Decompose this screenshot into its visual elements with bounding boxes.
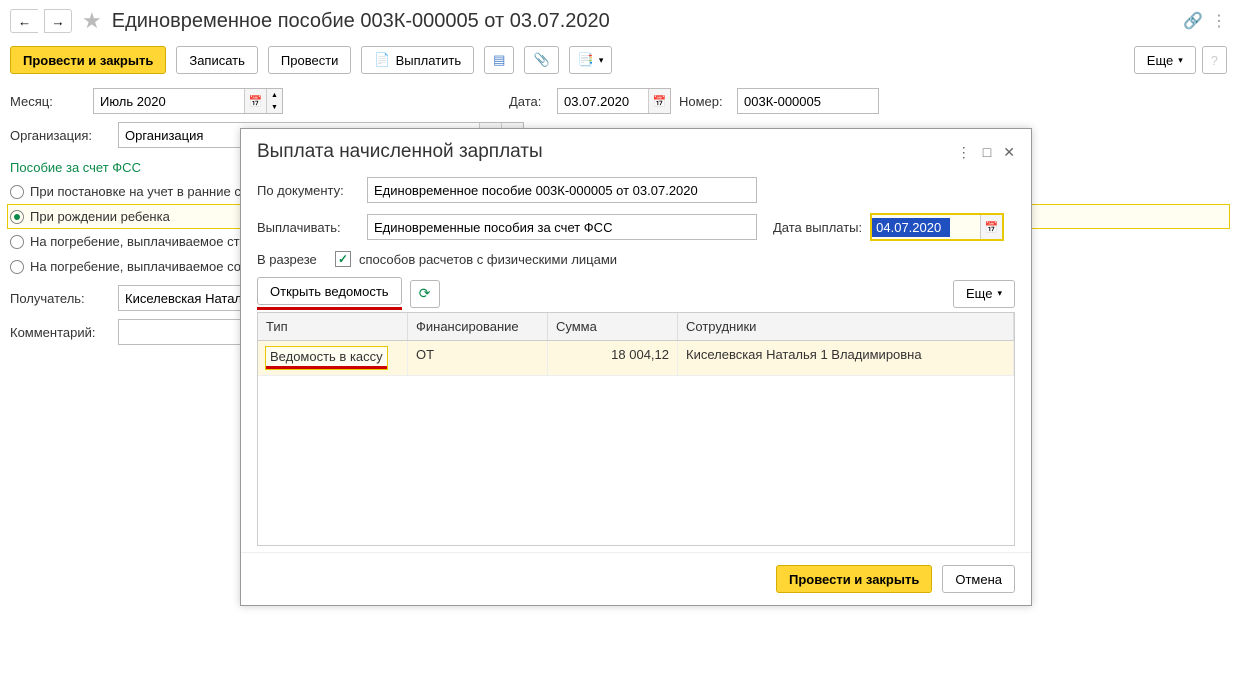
dlg-section-label: В разрезе [257, 252, 327, 267]
calendar-icon: 📅 [249, 95, 263, 108]
nav-back-button[interactable]: ← [10, 9, 38, 33]
refresh-icon: ⟳ [419, 285, 431, 302]
th-fin[interactable]: Финансирование [408, 313, 548, 340]
document-color-icon: 📑 [578, 52, 594, 68]
org-label: Организация: [10, 128, 110, 143]
dlg-table: Тип Финансирование Сумма Сотрудники Ведо… [257, 312, 1015, 546]
td-sum: 18 004,12 [548, 341, 678, 375]
td-emp: Киселевская Наталья 1 Владимировна [678, 341, 1014, 375]
page-title: Единовременное пособие 003К-000005 от 03… [112, 10, 610, 33]
radio-checked-icon [10, 210, 24, 224]
month-label: Месяц: [10, 94, 85, 109]
more-button[interactable]: Еще ▾ [1134, 46, 1196, 74]
write-button[interactable]: Записать [176, 46, 258, 74]
table-head: Тип Финансирование Сумма Сотрудники [258, 313, 1014, 341]
th-type[interactable]: Тип [258, 313, 408, 340]
dlg-cancel-button[interactable]: Отмена [942, 565, 1015, 593]
dlg-doc-input[interactable] [367, 177, 757, 203]
report-button[interactable]: 📑▾ [569, 46, 613, 74]
list-icon: ▤ [493, 52, 505, 68]
dlg-paydate-input[interactable] [872, 218, 950, 237]
dlg-pay-label: Выплачивать: [257, 220, 359, 235]
menu-dots-icon[interactable]: ⋮ [1211, 11, 1227, 31]
recipient-input[interactable] [119, 288, 259, 309]
menu-dots-icon[interactable]: ⋮ [957, 144, 971, 161]
list-icon-button[interactable]: ▤ [484, 46, 514, 74]
nav-forward-button[interactable]: → [44, 9, 72, 33]
calendar-icon: 📅 [985, 221, 999, 234]
radio-icon [10, 260, 24, 274]
star-icon[interactable]: ★ [82, 8, 102, 34]
payment-dialog: Выплата начисленной зарплаты ⋮ □ ✕ По до… [240, 128, 1032, 606]
checkbox-checked-icon[interactable]: ✓ [335, 251, 351, 267]
radio-icon [10, 235, 24, 249]
recipient-input-wrap [118, 285, 260, 311]
recipient-label: Получатель: [10, 291, 110, 306]
attachment-button[interactable]: 📎 [524, 46, 558, 74]
calendar-icon: 📅 [653, 95, 667, 108]
open-list-wrap: Открыть ведомость [257, 277, 402, 310]
dialog-header: Выплата начисленной зарплаты ⋮ □ ✕ [241, 129, 1031, 171]
dlg-post-close-button[interactable]: Провести и закрыть [776, 565, 932, 593]
main-toolbar: Провести и закрыть Записать Провести 📄Вы… [0, 42, 1237, 84]
calendar-button[interactable]: 📅 [980, 215, 1002, 239]
month-input[interactable] [94, 91, 244, 112]
pay-button[interactable]: 📄Выплатить [361, 46, 474, 74]
date-input[interactable] [558, 91, 648, 112]
spinner-down[interactable]: ▼ [266, 101, 282, 113]
calendar-button[interactable]: 📅 [648, 89, 670, 113]
td-fin: ОТ [408, 341, 548, 375]
radio-icon [10, 185, 24, 199]
spinner-up[interactable]: ▲ [266, 89, 282, 101]
window-header: ← → ★ Единовременное пособие 003К-000005… [0, 0, 1237, 42]
help-button[interactable]: ? [1202, 46, 1227, 74]
paperclip-icon: 📎 [533, 52, 549, 68]
open-list-button[interactable]: Открыть ведомость [257, 277, 402, 305]
dlg-paydate-wrap: 📅 [870, 213, 1004, 241]
number-label: Номер: [679, 94, 729, 109]
calendar-button[interactable]: 📅 [244, 89, 266, 113]
dialog-title: Выплата начисленной зарплаты [257, 141, 543, 163]
dlg-pay-input[interactable] [367, 214, 757, 240]
td-type: Ведомость в кассу [258, 341, 408, 375]
dlg-more-button[interactable]: Еще ▾ [953, 280, 1015, 308]
th-emp[interactable]: Сотрудники [678, 313, 1014, 340]
comment-input-wrap [118, 319, 260, 345]
table-row[interactable]: Ведомость в кассу ОТ 18 004,12 Киселевск… [258, 341, 1014, 376]
dialog-footer: Провести и закрыть Отмена [241, 552, 1031, 605]
chevron-down-icon: ▾ [599, 55, 604, 66]
number-input-wrap [737, 88, 879, 114]
refresh-button[interactable]: ⟳ [410, 280, 440, 308]
document-icon: 📄 [374, 52, 390, 68]
dlg-paydate-label: Дата выплаты: [773, 220, 862, 235]
dlg-doc-label: По документу: [257, 183, 359, 198]
link-icon[interactable]: 🔗 [1183, 11, 1203, 31]
comment-label: Комментарий: [10, 325, 110, 340]
comment-input[interactable] [119, 322, 259, 343]
th-sum[interactable]: Сумма [548, 313, 678, 340]
date-input-wrap: 📅 [557, 88, 671, 114]
date-label: Дата: [509, 94, 549, 109]
post-button[interactable]: Провести [268, 46, 352, 74]
post-and-close-button[interactable]: Провести и закрыть [10, 46, 166, 74]
dlg-section-text: способов расчетов с физическими лицами [359, 252, 617, 267]
chevron-down-icon: ▾ [1178, 55, 1183, 66]
maximize-icon[interactable]: □ [983, 144, 991, 161]
chevron-down-icon: ▾ [997, 288, 1002, 299]
close-icon[interactable]: ✕ [1003, 144, 1015, 161]
month-input-wrap: 📅 ▲ ▼ [93, 88, 283, 114]
arrow-right-icon: → [51, 14, 64, 29]
table-body: Ведомость в кассу ОТ 18 004,12 Киселевск… [258, 341, 1014, 545]
number-input[interactable] [738, 91, 878, 112]
arrow-left-icon: ← [18, 14, 31, 29]
